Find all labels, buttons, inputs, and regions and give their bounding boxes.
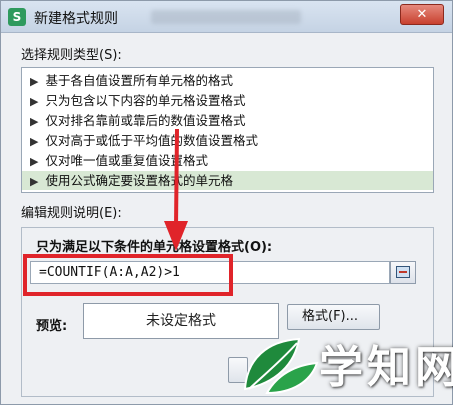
range-select-button[interactable] <box>390 261 416 284</box>
rule-item-label: 仅对排名靠前或靠后的数值设置格式 <box>45 113 246 128</box>
blurred-filename <box>151 10 301 24</box>
arrow-head <box>164 221 188 251</box>
rule-item-unique-duplicate[interactable]: ▶ 仅对唯一值或重复值设置格式 <box>22 151 433 170</box>
rule-type-label: 选择规则类型(S): <box>21 48 122 63</box>
rule-item-each-value[interactable]: ▶ 基于各自值设置所有单元格的格式 <box>22 71 433 90</box>
rule-item-label: 使用公式确定要设置格式的单元格 <box>45 173 233 188</box>
rule-item-above-below-average[interactable]: ▶ 仅对高于或低于平均值的数值设置格式 <box>22 131 433 150</box>
app-logo-icon: S <box>8 8 26 26</box>
rule-item-label: 仅对高于或低于平均值的数值设置格式 <box>45 133 258 148</box>
red-arrow-annotation <box>164 129 188 251</box>
rule-item-label: 基于各自值设置所有单元格的格式 <box>45 73 233 88</box>
rule-item-label: 只为包含以下内容的单元格设置格式 <box>45 93 246 108</box>
rule-type-list[interactable]: ▶ 基于各自值设置所有单元格的格式 ▶ 只为包含以下内容的单元格设置格式 ▶ 仅对排名… <box>21 67 434 193</box>
triangle-right-icon: ▶ <box>30 155 39 168</box>
triangle-right-icon: ▶ <box>30 95 39 108</box>
rule-item-top-bottom[interactable]: ▶ 仅对排名靠前或靠后的数值设置格式 <box>22 111 433 130</box>
dialog-title: 新建格式规则 <box>34 11 118 27</box>
watermark-text: 学知网 <box>319 342 453 393</box>
edit-description-label: 编辑规则说明(E): <box>21 206 122 221</box>
highlight-frame <box>23 254 233 296</box>
preview-label: 预览: <box>36 319 68 334</box>
condition-title: 只为满足以下条件的单元格设置格式(O): <box>36 240 273 255</box>
rule-item-use-formula[interactable]: ▶ 使用公式确定要设置格式的单元格 <box>22 171 433 190</box>
range-select-icon <box>396 266 410 278</box>
title-bar: S 新建格式规则 ✕ <box>1 1 452 33</box>
triangle-right-icon: ▶ <box>30 135 39 148</box>
triangle-right-icon: ▶ <box>30 75 39 88</box>
arrow-shaft <box>174 129 179 228</box>
triangle-right-icon: ▶ <box>30 175 39 188</box>
new-format-rule-dialog: S 新建格式规则 ✕ 选择规则类型(S): ▶ 基于各自值设置所有单元格的格式 ▶… <box>0 0 453 405</box>
rule-item-contains[interactable]: ▶ 只为包含以下内容的单元格设置格式 <box>22 91 433 110</box>
triangle-right-icon: ▶ <box>30 115 39 128</box>
close-button[interactable]: ✕ <box>400 4 444 25</box>
